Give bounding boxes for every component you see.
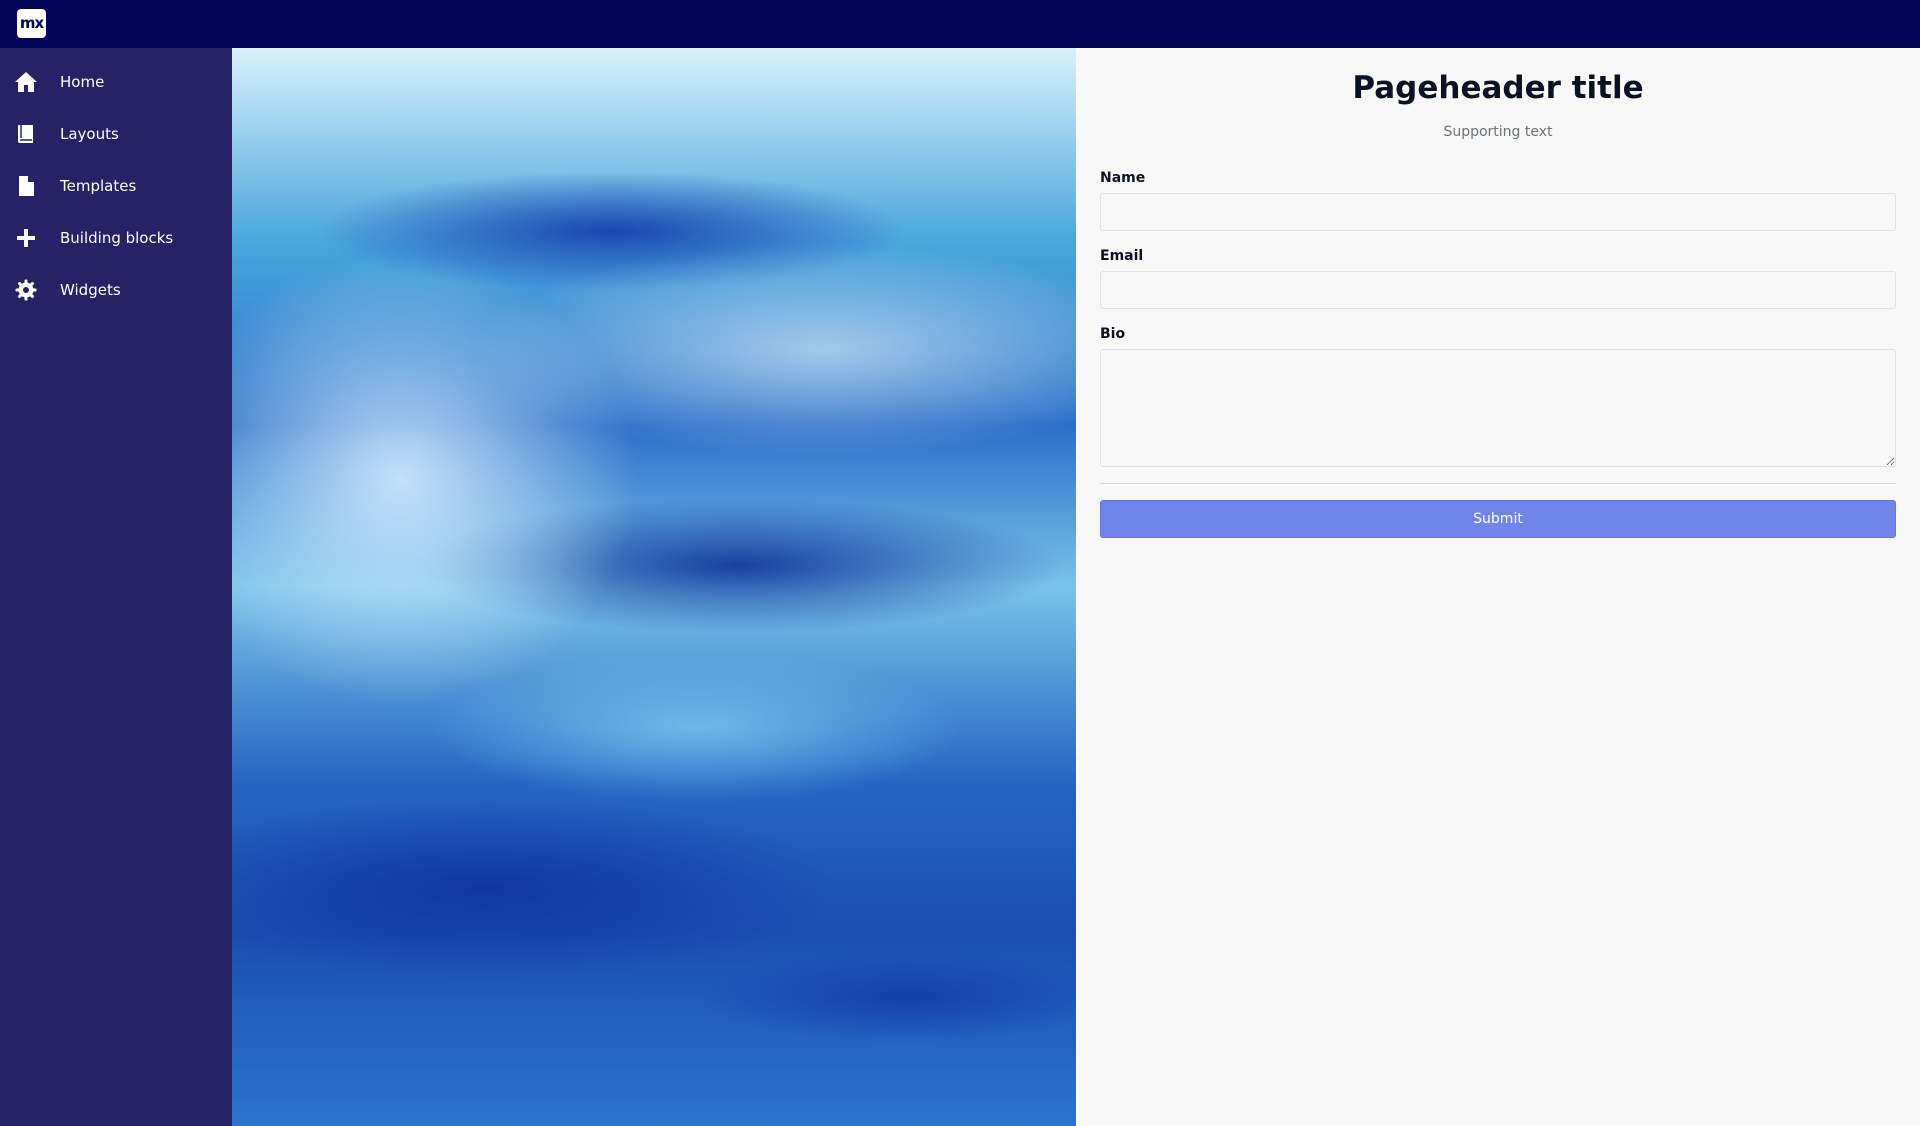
sidebar-item-label: Templates <box>60 177 137 195</box>
name-label: Name <box>1100 170 1146 186</box>
sidebar-item-templates[interactable]: Templates <box>0 160 232 212</box>
page-subtitle: Supporting text <box>1443 124 1553 140</box>
main-content: Pageheader title Supporting text Name Em… <box>1076 48 1920 1126</box>
gear-icon <box>14 278 38 302</box>
top-bar: mx <box>0 0 1920 48</box>
book-icon <box>14 122 38 146</box>
sidebar-item-label: Building blocks <box>60 229 174 247</box>
submit-button[interactable]: Submit <box>1100 500 1896 538</box>
sidebar-item-label: Layouts <box>60 125 119 143</box>
page-title: Pageheader title <box>1352 70 1644 106</box>
bio-textarea[interactable] <box>1100 349 1896 467</box>
home-icon <box>14 70 38 94</box>
email-label: Email <box>1100 248 1144 264</box>
name-field[interactable] <box>1100 193 1896 231</box>
plus-icon <box>14 226 38 250</box>
mendix-logo[interactable]: mx <box>17 9 46 38</box>
sidebar-item-widgets[interactable]: Widgets <box>0 264 232 316</box>
bio-label: Bio <box>1100 326 1126 342</box>
sidebar: Home Layouts Templates Building blocks W… <box>0 48 232 1126</box>
sidebar-item-building-blocks[interactable]: Building blocks <box>0 212 232 264</box>
sidebar-item-label: Widgets <box>60 281 121 299</box>
email-field[interactable] <box>1100 271 1896 309</box>
sidebar-item-layouts[interactable]: Layouts <box>0 108 232 160</box>
sidebar-item-home[interactable]: Home <box>0 56 232 108</box>
file-icon <box>14 174 38 198</box>
ocean-waves-image <box>232 48 1076 1126</box>
form-divider <box>1100 483 1896 484</box>
sidebar-item-label: Home <box>60 73 105 91</box>
